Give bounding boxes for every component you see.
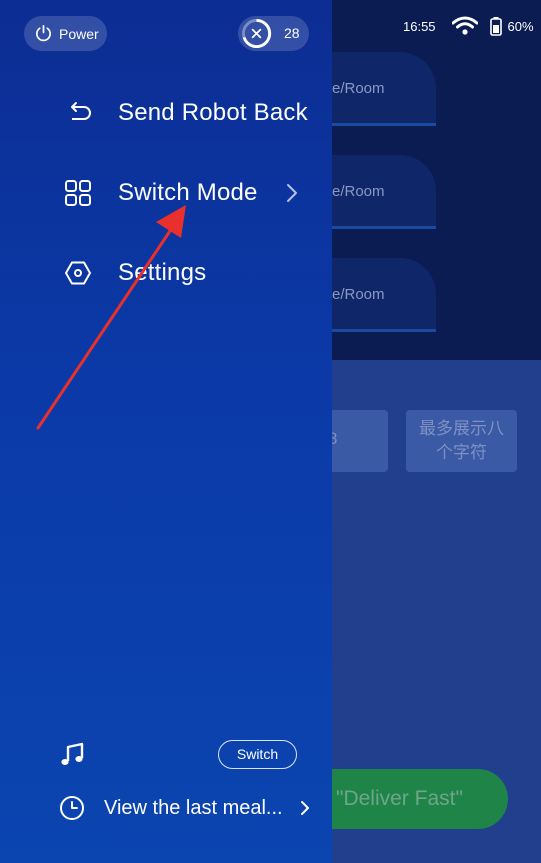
battery-percent: 60% [507, 18, 534, 34]
music-switch-button[interactable]: Switch [218, 740, 297, 769]
clock-icon [60, 796, 84, 820]
grid-icon [62, 177, 94, 209]
timer-count: 28 [284, 25, 300, 41]
navigation-drawer: Power 28 Send Robot Back Switch Mode Set… [0, 0, 332, 863]
power-button[interactable]: Power [24, 16, 107, 51]
room-card-label: e/Room [332, 286, 385, 303]
power-icon [36, 25, 51, 42]
menu-item-settings[interactable]: Settings [62, 251, 312, 295]
close-timer-button[interactable]: 28 [238, 16, 309, 51]
chip-text-line1: 最多展示八 [419, 419, 504, 438]
background-chip: 最多展示八 个字符 [406, 410, 517, 472]
menu-item-label: Switch Mode [118, 179, 258, 206]
chevron-right-icon [287, 184, 297, 202]
return-icon [62, 97, 94, 129]
music-note-icon [61, 742, 84, 765]
view-last-meal-link[interactable]: View the last meal... [58, 790, 316, 826]
room-card-label: e/Room [332, 183, 385, 200]
menu-item-label: Send Robot Back [118, 99, 308, 126]
settings-icon [62, 257, 94, 289]
status-time: 16:55 [403, 18, 436, 34]
chip-text-line2: 个字符 [436, 443, 487, 462]
menu-item-label: Settings [118, 259, 207, 286]
battery-icon [489, 16, 502, 36]
menu-item-switch-mode[interactable]: Switch Mode [62, 171, 312, 215]
status-bar: 16:55 60% [403, 14, 534, 38]
room-card-label: e/Room [332, 80, 385, 97]
power-label: Power [59, 25, 99, 42]
menu-item-send-robot-back[interactable]: Send Robot Back [62, 91, 312, 135]
wifi-icon [451, 16, 478, 35]
close-icon [241, 18, 272, 49]
last-meal-label: View the last meal... [104, 796, 283, 819]
chevron-right-icon [301, 801, 309, 815]
